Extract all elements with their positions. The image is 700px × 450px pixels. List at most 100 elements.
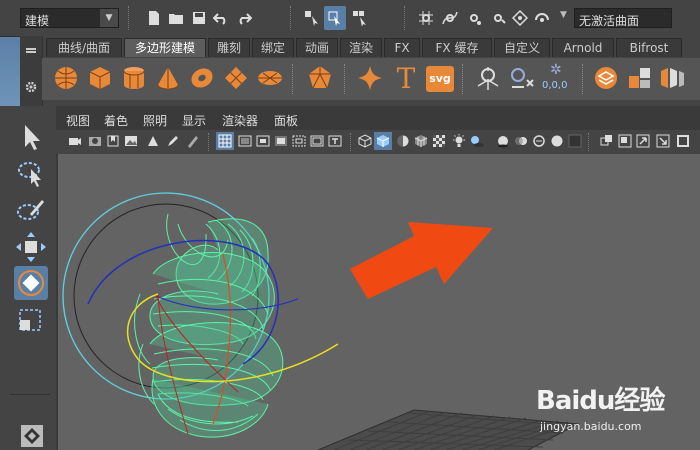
safe-title-icon[interactable] xyxy=(328,134,342,148)
2d-pan-zoom-icon[interactable] xyxy=(146,134,160,148)
tab-fx-caching[interactable]: FX 缓存 xyxy=(422,38,492,57)
redo-icon[interactable] xyxy=(236,10,252,26)
mode-menu-selector[interactable]: 建模 ▼ xyxy=(20,8,119,28)
make-live-icon[interactable] xyxy=(534,10,550,26)
freeze-transform-icon[interactable] xyxy=(508,64,536,92)
view-transform-icon[interactable] xyxy=(676,134,690,148)
shelf-separator xyxy=(292,64,295,94)
new-scene-icon[interactable] xyxy=(146,10,162,26)
status-line: 建模 ▼ ▼ 无激活曲面 xyxy=(0,0,700,37)
tab-curves-surfaces[interactable]: 曲线/曲面 xyxy=(46,38,122,57)
select-by-component-icon[interactable] xyxy=(352,10,368,26)
measure-tool-icon[interactable] xyxy=(474,64,502,92)
tab-poly-modeling[interactable]: 多边形建模 xyxy=(124,38,206,57)
depth-of-field-icon[interactable] xyxy=(550,134,564,148)
tab-custom[interactable]: 自定义 xyxy=(494,38,550,57)
smooth-shade-icon xyxy=(376,135,390,147)
grease-pencil-frame-icon[interactable] xyxy=(186,134,200,148)
snap-to-view-plane-icon[interactable] xyxy=(512,10,528,26)
poly-cube-icon[interactable] xyxy=(86,64,114,92)
wireframe-on-shaded-icon[interactable] xyxy=(414,134,428,148)
poly-torus-icon[interactable] xyxy=(188,64,216,92)
tab-rendering[interactable]: 渲染 xyxy=(340,38,382,57)
tab-sculpting[interactable]: 雕刻 xyxy=(208,38,250,57)
gamma-correction-icon[interactable] xyxy=(656,134,670,148)
poly-cylinder-icon[interactable] xyxy=(120,64,148,92)
paint-select-tool-icon[interactable] xyxy=(14,194,48,228)
toolbar-separator xyxy=(128,6,131,30)
move-tool-icon[interactable] xyxy=(14,230,48,264)
separate-icon[interactable] xyxy=(626,64,654,92)
tab-bifrost[interactable]: Bifrost xyxy=(616,38,682,57)
layout-single-pane-icon[interactable] xyxy=(20,424,44,448)
center-pivot-button[interactable]: ✲ 0,0,0 xyxy=(542,62,572,96)
xray-components-icon[interactable] xyxy=(636,134,650,148)
snowflake-icon: ✲ xyxy=(550,62,562,78)
image-plane-icon[interactable] xyxy=(124,134,138,148)
safe-action-icon[interactable] xyxy=(310,134,324,148)
save-scene-icon[interactable] xyxy=(191,10,207,26)
motion-blur-icon[interactable] xyxy=(514,134,528,148)
camera-attributes-icon[interactable] xyxy=(88,134,102,148)
toolbar-separator xyxy=(404,6,407,30)
menu-shading[interactable]: 着色 xyxy=(104,112,128,129)
use-all-lights-icon[interactable] xyxy=(452,134,466,148)
menu-show[interactable]: 显示 xyxy=(182,112,206,129)
grid-toggle-button[interactable] xyxy=(216,132,234,150)
snap-to-projected-center-icon[interactable] xyxy=(490,10,506,26)
smooth-shade-button[interactable] xyxy=(374,132,392,150)
menu-panels[interactable]: 面板 xyxy=(274,112,298,129)
menu-lighting[interactable]: 照明 xyxy=(143,112,167,129)
poly-plane-icon[interactable] xyxy=(222,64,250,92)
lasso-tool-icon[interactable] xyxy=(14,156,48,190)
bookmark-icon[interactable] xyxy=(106,134,120,148)
poly-sphere-icon[interactable] xyxy=(52,64,80,92)
undo-icon[interactable] xyxy=(213,10,229,26)
toolbar-separator xyxy=(290,6,293,30)
camera-select-icon[interactable] xyxy=(68,134,82,148)
rotate-tool-button[interactable] xyxy=(14,266,48,300)
extract-icon[interactable] xyxy=(658,64,686,92)
xray-icon[interactable] xyxy=(600,134,614,148)
poly-cone-icon[interactable] xyxy=(154,64,182,92)
tab-rigging[interactable]: 绑定 xyxy=(252,38,294,57)
toolbar-separator xyxy=(350,133,353,151)
object-name-field[interactable]: 无激活曲面 xyxy=(574,8,672,28)
menu-view[interactable]: 视图 xyxy=(66,112,90,129)
textured-icon[interactable] xyxy=(432,134,446,148)
xray-joints-icon[interactable] xyxy=(618,134,632,148)
scale-tool-icon[interactable] xyxy=(14,304,48,338)
wireframe-icon[interactable] xyxy=(358,134,372,148)
poly-type-button[interactable]: T xyxy=(392,62,420,96)
svg-button[interactable]: svg xyxy=(426,66,454,92)
shelf-menu-icon[interactable] xyxy=(26,48,36,50)
snap-to-curve-icon[interactable] xyxy=(442,10,458,26)
select-by-object-button[interactable] xyxy=(324,6,346,30)
multisample-aa-icon[interactable] xyxy=(532,134,546,148)
snap-to-point-icon[interactable] xyxy=(466,10,482,26)
snap-to-grid-icon[interactable] xyxy=(418,10,434,26)
tab-arnold[interactable]: Arnold xyxy=(552,38,614,57)
grease-pencil-icon[interactable] xyxy=(166,134,180,148)
select-tool-icon[interactable] xyxy=(14,120,48,154)
resolution-gate-icon[interactable] xyxy=(256,134,270,148)
gear-icon[interactable] xyxy=(24,80,38,94)
film-gate-icon[interactable] xyxy=(238,134,252,148)
tab-animation[interactable]: 动画 xyxy=(296,38,338,57)
pivot-coordinates-label: 0,0,0 xyxy=(542,80,568,91)
shadows-icon[interactable] xyxy=(470,134,484,148)
screen-space-ao-icon[interactable] xyxy=(496,134,510,148)
combine-icon[interactable] xyxy=(592,64,620,92)
default-material-icon[interactable] xyxy=(396,134,410,148)
super-shape-icon[interactable] xyxy=(356,64,384,92)
select-by-hierarchy-icon[interactable] xyxy=(304,10,320,26)
gate-mask-icon[interactable] xyxy=(274,134,288,148)
open-scene-icon[interactable] xyxy=(168,10,184,26)
tab-fx[interactable]: FX xyxy=(384,38,420,57)
field-chart-icon[interactable] xyxy=(292,134,306,148)
platonic-solid-icon[interactable] xyxy=(306,64,334,92)
menu-renderer[interactable]: 渲染器 xyxy=(222,112,258,129)
poly-disc-icon[interactable] xyxy=(256,64,284,92)
chevron-down-icon[interactable]: ▼ xyxy=(560,10,567,20)
isolate-select-icon[interactable] xyxy=(568,134,582,148)
